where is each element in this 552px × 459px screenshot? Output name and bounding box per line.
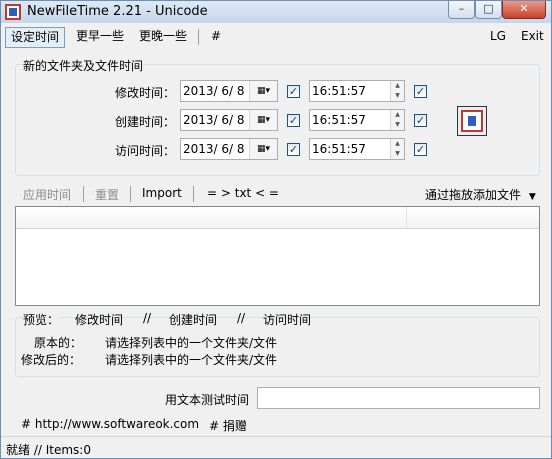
create-date-picker[interactable]: 2013/ 6/ 8 ▦▾: [180, 109, 278, 131]
modify-time-field[interactable]: 16:51:57 ▲ ▼: [309, 80, 405, 102]
create-time-spinner[interactable]: ▲ ▼: [390, 110, 404, 130]
menu-set-time[interactable]: 设定时间: [5, 27, 66, 48]
toolbar-separator: [193, 186, 194, 202]
spin-down-icon[interactable]: ▼: [391, 91, 404, 101]
create-date-checkbox[interactable]: ✓: [287, 114, 300, 127]
toolbar-separator: [83, 186, 84, 202]
app-window: NewFileTime 2.21 - Unicode – □ ✕ 设定时间 更早…: [0, 0, 552, 459]
menu-exit[interactable]: Exit: [516, 27, 549, 48]
group-title: 新的文件夹及文件时间: [23, 57, 144, 74]
toolbar-separator: [130, 186, 131, 202]
window-title: NewFileTime 2.21 - Unicode: [27, 4, 208, 19]
list-column-header[interactable]: [407, 207, 539, 228]
preview-sep: //: [143, 311, 152, 325]
import-button[interactable]: Import: [142, 186, 182, 200]
status-bar: 就绪 // Items:0: [1, 436, 551, 458]
spin-up-icon[interactable]: ▲: [391, 110, 404, 120]
minimize-button[interactable]: –: [448, 1, 475, 19]
preview-sep: //: [237, 311, 246, 325]
test-time-input[interactable]: [257, 387, 540, 409]
list-column-header[interactable]: [16, 207, 407, 228]
calendar-dropdown-icon[interactable]: ▦▾: [249, 139, 277, 159]
access-time-field[interactable]: 16:51:57 ▲ ▼: [309, 138, 405, 160]
create-date-value: 2013/ 6/ 8: [183, 113, 245, 127]
file-list[interactable]: [15, 206, 540, 306]
preview-access-header: 访问时间: [263, 313, 312, 327]
original-value: 请选择列表中的一个文件夹/文件: [105, 336, 278, 350]
access-date-value: 2013/ 6/ 8: [183, 142, 245, 156]
spin-down-icon[interactable]: ▼: [391, 120, 404, 130]
title-bar: NewFileTime 2.21 - Unicode – □ ✕: [1, 1, 551, 23]
calendar-dropdown-icon[interactable]: ▦▾: [249, 110, 277, 130]
calendar-dropdown-icon[interactable]: ▦▾: [249, 81, 277, 101]
modify-time-checkbox[interactable]: ✓: [414, 85, 427, 98]
preview-create-header: 创建时间: [169, 313, 218, 327]
txt-export-button[interactable]: = > txt < =: [207, 186, 279, 200]
dropdown-arrow-icon: ▼: [528, 192, 536, 202]
access-date-checkbox[interactable]: ✓: [287, 143, 300, 156]
create-time-checkbox[interactable]: ✓: [414, 114, 427, 127]
original-label: 原本的：: [34, 336, 83, 350]
access-date-picker[interactable]: 2013/ 6/ 8 ▦▾: [180, 138, 278, 160]
access-time-value: 16:51:57: [312, 142, 366, 156]
menu-earlier[interactable]: 更早一些: [71, 27, 129, 48]
drag-add-files-label: 通过拖放添加文件: [425, 188, 522, 202]
create-time-field[interactable]: 16:51:57 ▲ ▼: [309, 109, 405, 131]
modify-date-picker[interactable]: 2013/ 6/ 8 ▦▾: [180, 80, 278, 102]
spin-down-icon[interactable]: ▼: [391, 149, 404, 159]
list-header: [16, 207, 539, 229]
action-toolbar: 应用时间 重置 Import = > txt < = 通过拖放添加文件 ▼: [1, 183, 551, 205]
spin-up-icon[interactable]: ▲: [391, 81, 404, 91]
donate-link[interactable]: # 捐赠: [209, 417, 247, 434]
menu-later[interactable]: 更晚一些: [134, 27, 192, 48]
set-now-calendar-icon[interactable]: [457, 106, 487, 136]
access-time-spinner[interactable]: ▲ ▼: [390, 139, 404, 159]
modify-time-label: 修改时间：: [114, 86, 175, 100]
menu-language[interactable]: LG: [485, 27, 511, 48]
access-time-label: 访问时间：: [114, 144, 175, 158]
modify-date-value: 2013/ 6/ 8: [183, 84, 245, 98]
access-time-checkbox[interactable]: ✓: [414, 143, 427, 156]
close-button[interactable]: ✕: [502, 1, 546, 19]
modify-date-checkbox[interactable]: ✓: [287, 85, 300, 98]
menu-separator: [198, 29, 199, 45]
modified-label: 修改后的：: [21, 353, 82, 367]
preview-modify-header: 修改时间: [75, 313, 124, 327]
menu-bar: 设定时间 更早一些 更晚一些 # LG Exit: [1, 25, 551, 49]
create-time-value: 16:51:57: [312, 113, 366, 127]
maximize-button[interactable]: □: [475, 1, 502, 19]
test-time-label: 用文本测试时间: [165, 393, 250, 407]
preview-label: 预览：: [23, 311, 60, 328]
modified-value: 请选择列表中的一个文件夹/文件: [105, 353, 278, 367]
modify-time-spinner[interactable]: ▲ ▼: [390, 81, 404, 101]
apply-time-button[interactable]: 应用时间: [23, 186, 71, 203]
status-text: 就绪 // Items:0: [6, 443, 91, 457]
spin-up-icon[interactable]: ▲: [391, 139, 404, 149]
modify-time-value: 16:51:57: [312, 84, 366, 98]
app-icon: [5, 4, 21, 20]
create-time-label: 创建时间：: [114, 115, 175, 129]
drag-add-files-button[interactable]: 通过拖放添加文件 ▼: [425, 186, 536, 203]
menu-hash[interactable]: #: [206, 27, 226, 48]
website-link[interactable]: # http://www.softwareok.com: [21, 417, 199, 431]
reset-button[interactable]: 重置: [95, 186, 119, 203]
